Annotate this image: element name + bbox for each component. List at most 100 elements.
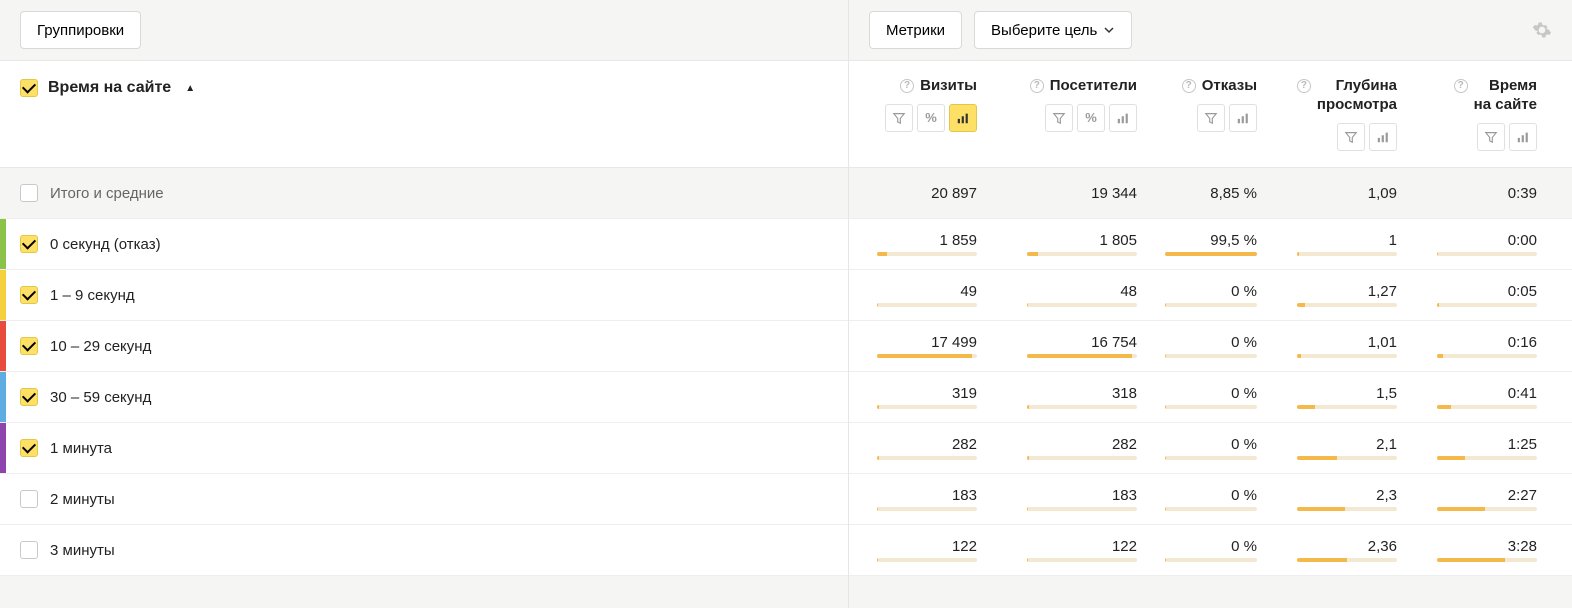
metric-value: 0 % bbox=[1231, 386, 1257, 401]
metric-cell: 17 499 bbox=[849, 321, 989, 371]
table-row: 1 – 9 секунд bbox=[0, 270, 848, 321]
dimension-checkbox[interactable] bbox=[20, 79, 38, 97]
help-icon[interactable]: ? bbox=[1182, 79, 1196, 93]
row-checkbox[interactable] bbox=[20, 541, 38, 559]
value-bar bbox=[1437, 252, 1537, 256]
column-title[interactable]: ?Времяна сайте bbox=[1454, 77, 1537, 115]
column-title[interactable]: ? Глубинапросмотра bbox=[1297, 77, 1397, 115]
totals-checkbox[interactable] bbox=[20, 184, 38, 202]
metric-value: 0 % bbox=[1231, 335, 1257, 350]
row-checkbox[interactable] bbox=[20, 337, 38, 355]
chart-tool-icon[interactable] bbox=[949, 104, 977, 132]
table-row: 1221220 %2,363:28 bbox=[849, 525, 1572, 576]
chart-tool-icon[interactable] bbox=[1109, 104, 1137, 132]
metric-cell: 2,3 bbox=[1269, 474, 1409, 524]
filter-tool-icon[interactable] bbox=[885, 104, 913, 132]
column-title[interactable]: ? Отказы bbox=[1182, 77, 1257, 96]
value-bar bbox=[1165, 507, 1257, 511]
metric-value: 20 897 bbox=[931, 186, 977, 201]
row-label: 30 – 59 секунд bbox=[50, 389, 151, 406]
value-bar bbox=[1027, 354, 1137, 358]
table-row: 30 – 59 секунд bbox=[0, 372, 848, 423]
value-bar bbox=[1437, 354, 1537, 358]
value-bar bbox=[1297, 456, 1397, 460]
row-label: 0 секунд (отказ) bbox=[50, 236, 161, 253]
goal-select-button[interactable]: Выберите цель bbox=[974, 11, 1132, 49]
metrics-label: Метрики bbox=[886, 22, 945, 39]
metric-value: 1,27 bbox=[1368, 284, 1397, 299]
value-bar bbox=[1437, 558, 1537, 562]
help-icon[interactable]: ? bbox=[900, 79, 914, 93]
row-label: 1 – 9 секунд bbox=[50, 287, 135, 304]
percent-tool-icon[interactable]: % bbox=[917, 104, 945, 132]
value-bar bbox=[1165, 558, 1257, 562]
row-checkbox[interactable] bbox=[20, 388, 38, 406]
help-icon[interactable]: ? bbox=[1297, 79, 1311, 93]
table-row: 2 минуты bbox=[0, 474, 848, 525]
chart-tool-icon[interactable] bbox=[1229, 104, 1257, 132]
metric-cell: 3:28 bbox=[1409, 525, 1549, 575]
help-icon[interactable]: ? bbox=[1454, 79, 1468, 93]
value-bar bbox=[1437, 303, 1537, 307]
color-stripe bbox=[0, 423, 6, 473]
metric-cell: 1 805 bbox=[989, 219, 1149, 269]
dimension-title[interactable]: Время на сайте ▲ bbox=[20, 79, 195, 97]
metric-cell: 183 bbox=[989, 474, 1149, 524]
column-tools: % bbox=[885, 104, 977, 132]
metric-value: 0:41 bbox=[1508, 386, 1537, 401]
filter-tool-icon[interactable] bbox=[1477, 123, 1505, 151]
row-checkbox[interactable] bbox=[20, 235, 38, 253]
percent-tool-icon[interactable]: % bbox=[1077, 104, 1105, 132]
column-label: Отказы bbox=[1202, 77, 1257, 96]
sort-ascending-icon: ▲ bbox=[185, 83, 195, 94]
settings-gear-icon[interactable] bbox=[1532, 20, 1552, 40]
metric-value: 1,5 bbox=[1376, 386, 1397, 401]
filter-tool-icon[interactable] bbox=[1197, 104, 1225, 132]
filter-tool-icon[interactable] bbox=[1045, 104, 1073, 132]
metric-cell: 2,1 bbox=[1269, 423, 1409, 473]
value-bar bbox=[1437, 456, 1537, 460]
column-header-visitors: ?Посетители% bbox=[989, 61, 1149, 167]
metric-value: 282 bbox=[1112, 437, 1137, 452]
table-row: 2822820 %2,11:25 bbox=[849, 423, 1572, 474]
color-stripe bbox=[0, 219, 6, 269]
chart-tool-icon[interactable] bbox=[1369, 123, 1397, 151]
metric-cell: 49 bbox=[849, 270, 989, 320]
goal-label: Выберите цель bbox=[991, 22, 1097, 39]
column-tools: % bbox=[1045, 104, 1137, 132]
metric-value: 0 % bbox=[1231, 284, 1257, 299]
value-bar bbox=[1027, 507, 1137, 511]
row-checkbox[interactable] bbox=[20, 490, 38, 508]
value-bar bbox=[877, 354, 977, 358]
column-header-visits: ?Визиты% bbox=[849, 61, 989, 167]
row-checkbox[interactable] bbox=[20, 439, 38, 457]
metric-cell: 0 % bbox=[1149, 525, 1269, 575]
row-checkbox[interactable] bbox=[20, 286, 38, 304]
column-title[interactable]: ?Визиты bbox=[900, 77, 977, 96]
metric-cell: 8,85 % bbox=[1149, 168, 1269, 218]
help-icon[interactable]: ? bbox=[1030, 79, 1044, 93]
color-stripe bbox=[0, 270, 6, 320]
table-row: 3193180 %1,50:41 bbox=[849, 372, 1572, 423]
filter-tool-icon[interactable] bbox=[1337, 123, 1365, 151]
column-label: Глубинапросмотра bbox=[1317, 77, 1397, 115]
value-bar bbox=[1437, 507, 1537, 511]
metric-cell: 19 344 bbox=[989, 168, 1149, 218]
metric-cell: 122 bbox=[849, 525, 989, 575]
metric-cell: 1,5 bbox=[1269, 372, 1409, 422]
metric-cell: 16 754 bbox=[989, 321, 1149, 371]
column-title[interactable]: ?Посетители bbox=[1030, 77, 1137, 96]
metric-value: 19 344 bbox=[1091, 186, 1137, 201]
groupings-button[interactable]: Группировки bbox=[20, 11, 141, 49]
chart-tool-icon[interactable] bbox=[1509, 123, 1537, 151]
metric-cell: 122 bbox=[989, 525, 1149, 575]
metrics-button[interactable]: Метрики bbox=[869, 11, 962, 49]
value-bar bbox=[1165, 354, 1257, 358]
metric-value: 183 bbox=[1112, 488, 1137, 503]
metric-value: 1 bbox=[1389, 233, 1397, 248]
value-bar bbox=[877, 558, 977, 562]
value-bar bbox=[1297, 405, 1397, 409]
metric-value: 0:16 bbox=[1508, 335, 1537, 350]
metric-value: 0 % bbox=[1231, 437, 1257, 452]
color-stripe bbox=[0, 321, 6, 371]
